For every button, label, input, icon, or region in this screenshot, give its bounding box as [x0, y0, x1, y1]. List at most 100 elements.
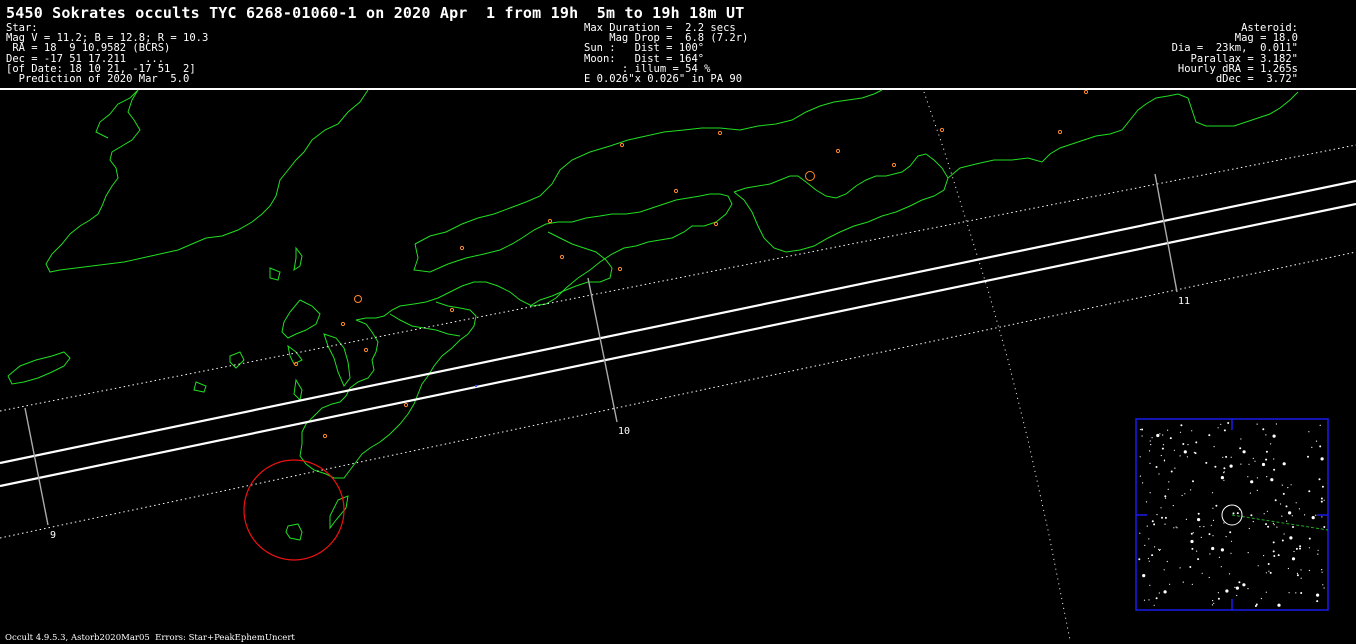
finder-star	[1319, 445, 1322, 448]
finder-star	[1285, 505, 1288, 508]
finder-star	[1299, 547, 1301, 550]
finder-star	[1286, 520, 1288, 522]
finder-star	[1205, 461, 1208, 464]
finder-star	[1295, 592, 1297, 594]
finder-star	[1212, 507, 1214, 509]
finder-star	[1317, 553, 1319, 555]
finder-star	[1144, 544, 1146, 547]
finder-star	[1272, 550, 1275, 553]
finder-star	[1260, 597, 1262, 600]
finder-star	[1298, 508, 1300, 510]
finder-star	[1149, 462, 1151, 464]
finder-star	[1239, 447, 1242, 450]
finder-star	[1191, 547, 1194, 550]
finder-star	[1155, 597, 1158, 600]
star-position-marker	[474, 384, 478, 388]
finder-star	[1275, 423, 1277, 425]
northern-uncertainty-limit	[0, 144, 1356, 412]
finder-star	[1248, 463, 1250, 465]
finder-star	[1150, 444, 1152, 446]
finder-star	[1323, 587, 1325, 589]
finder-star	[1320, 497, 1323, 500]
finder-star	[1158, 549, 1161, 552]
finder-star	[1211, 604, 1213, 606]
finder-star	[1153, 523, 1156, 526]
finder-star	[1197, 518, 1201, 522]
finder-star	[1268, 570, 1270, 572]
finder-star	[1250, 514, 1253, 517]
finder-star	[1262, 428, 1265, 431]
finder-star	[1149, 492, 1151, 494]
finder-star	[1319, 424, 1321, 426]
finder-star	[1186, 456, 1188, 458]
finder-star	[1217, 427, 1219, 429]
finder-star	[1197, 558, 1200, 561]
finder-star	[1300, 569, 1302, 571]
finder-star	[1169, 437, 1172, 440]
finder-star	[1156, 514, 1158, 516]
occultation-map[interactable]: 9 10 11	[0, 0, 1356, 644]
finder-star	[1142, 574, 1146, 578]
finder-star	[1163, 590, 1167, 594]
finder-star	[1300, 577, 1302, 579]
finder-star	[1183, 450, 1187, 454]
finder-star	[1273, 555, 1276, 557]
finder-star	[1296, 572, 1298, 575]
finder-star	[1289, 536, 1293, 540]
finder-star	[1225, 589, 1229, 593]
finder-star	[1145, 501, 1148, 503]
finder-star	[1273, 458, 1275, 460]
finder-star	[1282, 492, 1285, 495]
finder-star	[1211, 492, 1214, 494]
finder-star	[1195, 441, 1198, 444]
coastline-peninsula	[95, 89, 139, 139]
finder-star	[1161, 516, 1163, 519]
coastline-islet-1	[193, 381, 207, 393]
finder-star	[1229, 464, 1233, 468]
finder-star	[1189, 566, 1192, 568]
finder-star	[1270, 443, 1272, 445]
finder-star	[1143, 599, 1146, 601]
star-finder-chart[interactable]	[1135, 418, 1329, 611]
finder-star	[1223, 471, 1225, 473]
finder-star	[1167, 429, 1169, 431]
finder-star	[1214, 465, 1217, 468]
finder-star	[1163, 460, 1165, 462]
finder-star	[1147, 557, 1149, 560]
finder-star	[1256, 423, 1258, 425]
finder-star	[1270, 478, 1274, 482]
finder-star	[1323, 526, 1326, 528]
finder-star	[1267, 525, 1270, 528]
finder-star	[1182, 581, 1184, 583]
coastline-island-tsushima	[293, 246, 303, 272]
finder-star	[1220, 548, 1224, 552]
finder-star	[1316, 593, 1320, 597]
finder-star	[1160, 507, 1162, 509]
finder-star	[1288, 592, 1290, 594]
finder-star	[1250, 480, 1254, 484]
coastline-islet-4	[293, 378, 303, 402]
finder-star	[1255, 603, 1258, 606]
finder-star	[1230, 456, 1232, 458]
finder-star	[1308, 547, 1310, 549]
finder-star	[1272, 522, 1274, 525]
finder-star	[1139, 428, 1141, 431]
finder-star	[1249, 492, 1251, 494]
finder-star	[1315, 514, 1317, 516]
finder-star	[1236, 594, 1238, 597]
finder-star	[1257, 565, 1259, 567]
finder-star	[1162, 434, 1164, 436]
finder-star	[1223, 467, 1226, 470]
finder-star	[1208, 434, 1211, 437]
finder-star	[1256, 477, 1258, 479]
finder-star	[1277, 554, 1280, 557]
finder-star	[1164, 497, 1167, 499]
finder-star	[1247, 552, 1249, 554]
finder-star	[1197, 512, 1200, 515]
finder-star	[1213, 446, 1215, 448]
finder-star	[1236, 512, 1239, 515]
finder-star	[1311, 516, 1315, 520]
finder-star	[1223, 522, 1225, 524]
finder-star	[1190, 532, 1193, 535]
finder-star	[1304, 514, 1306, 516]
